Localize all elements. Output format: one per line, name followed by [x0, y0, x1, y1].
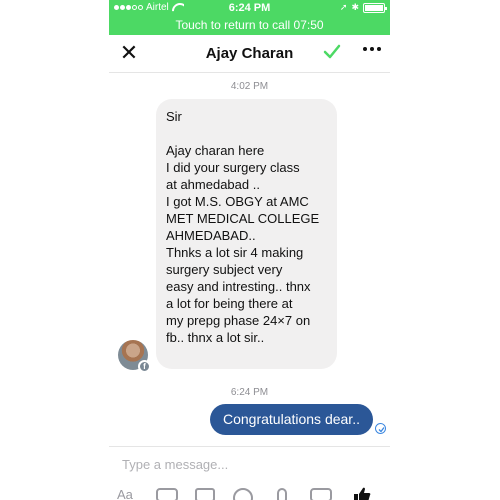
camera-icon[interactable] [156, 488, 178, 500]
delivered-check-icon [375, 423, 386, 434]
contact-name[interactable]: Ajay Charan [109, 45, 390, 62]
message-line: Sir [166, 109, 182, 124]
outgoing-message-bubble[interactable]: Congratulations dear.. [210, 404, 373, 435]
composer-toolbar: Aa [109, 484, 390, 500]
message-line: I got M.S. OBGY at AMC [166, 194, 309, 209]
message-line: AHMEDABAD.. [166, 228, 256, 243]
message-line: a lot for being there at [166, 296, 293, 311]
bluetooth-icon: ✱ [351, 2, 359, 12]
battery-icon [363, 2, 387, 13]
message-line [166, 125, 327, 142]
timestamp: 6:24 PM [230, 387, 269, 398]
incoming-message-bubble[interactable]: Sir Ajay charan here I did your surgery cl… [156, 99, 337, 369]
check-icon[interactable] [321, 41, 343, 63]
more-options-icon[interactable] [363, 47, 381, 51]
messenger-badge-icon: f [138, 360, 151, 373]
call-status-bar[interactable]: Airtel 6:24 PM ➚ ✱ Touch to return to ca… [109, 0, 390, 35]
message-line: my prepg phase 24×7 on [166, 313, 311, 328]
messenger-screen: Airtel 6:24 PM ➚ ✱ Touch to return to ca… [109, 0, 390, 500]
message-line: fb.. thnx a lot sir.. [166, 330, 265, 345]
chat-header: ✕ Ajay Charan [109, 35, 390, 73]
more-apps-icon[interactable] [310, 488, 332, 500]
message-line: easy and intresting.. thnx [166, 279, 311, 294]
gallery-icon[interactable] [195, 488, 215, 500]
message-line: Thnks a lot sir 4 making [166, 245, 304, 260]
return-to-call-banner[interactable]: Touch to return to call 07:50 [109, 18, 390, 32]
message-line: at ahmedabad .. [166, 177, 260, 192]
message-line: I did your surgery class [166, 160, 300, 175]
composer-divider [109, 446, 390, 447]
message-line: MET MEDICAL COLLEGE [166, 211, 320, 226]
message-line: Ajay charan here [166, 143, 265, 158]
avatar[interactable]: f [118, 340, 151, 373]
emoji-icon[interactable] [233, 488, 253, 500]
like-icon[interactable] [352, 486, 372, 500]
text-format-icon[interactable]: Aa [117, 487, 133, 500]
message-input[interactable]: Type a message... [122, 457, 228, 472]
location-icon: ➚ [339, 2, 348, 12]
timestamp: 4:02 PM [230, 81, 269, 92]
message-line: surgery subject very [166, 262, 283, 277]
microphone-icon[interactable] [277, 488, 287, 500]
status-right: ➚ ✱ [339, 2, 387, 13]
